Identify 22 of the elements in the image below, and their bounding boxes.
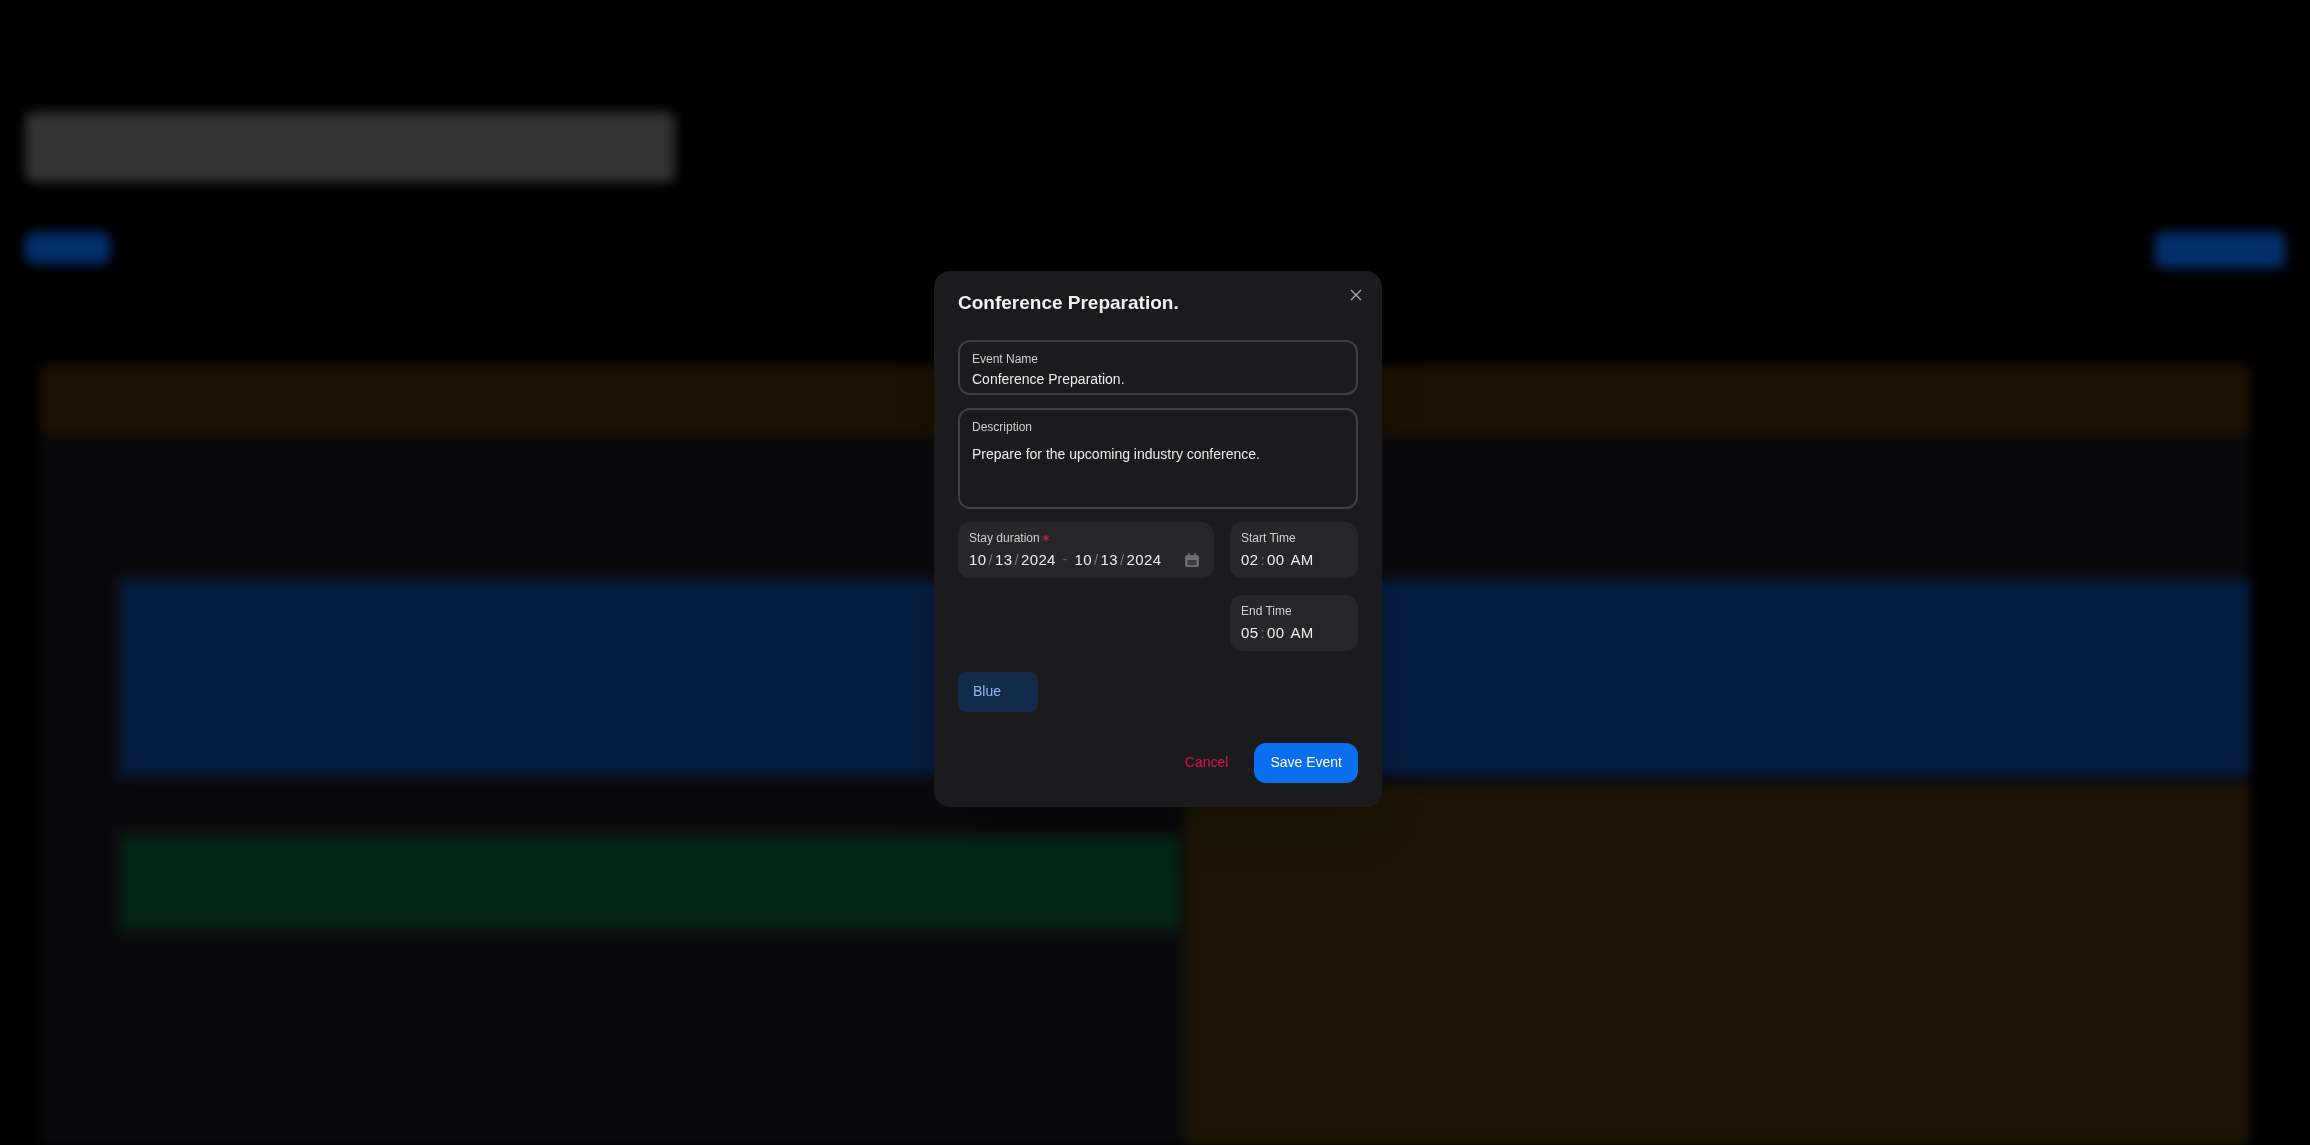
time-value[interactable]: 05:00 AM: [1241, 621, 1347, 644]
field-label: Event Name: [972, 350, 1040, 368]
description-field[interactable]: Description Prepare for the upcoming industry conference.: [958, 407, 1358, 509]
date-value[interactable]: 10/13/2024: [1074, 548, 1162, 571]
time-value[interactable]: 02:00 AM: [1241, 548, 1347, 571]
calendar-icon[interactable]: [1184, 551, 1200, 568]
field-value: Conference Preparation.: [972, 369, 1126, 389]
color-select[interactable]: Blue: [958, 671, 1038, 712]
text-field[interactable]: Event Name Conference Preparation.: [958, 339, 1358, 395]
field-label: Description: [972, 418, 1034, 436]
date-value[interactable]: 10/13/2024: [969, 548, 1056, 571]
range-dash: -: [1062, 550, 1068, 570]
dialog-title: Conference Preparation.: [958, 291, 1179, 315]
field-label: Stay duration: [969, 529, 1040, 547]
field-label: Start Time: [1241, 529, 1297, 547]
date-range-field[interactable]: Stay duration 10/13/2024 - 10/13/2024: [958, 521, 1214, 578]
field-label: End Time: [1241, 602, 1293, 620]
time-field[interactable]: Start Time 02:00 AM: [1230, 521, 1358, 578]
field-value: Prepare for the upcoming industry conference.: [972, 444, 1261, 464]
close-icon[interactable]: [1350, 289, 1362, 301]
save-button[interactable]: Save Event: [1254, 742, 1358, 783]
time-field[interactable]: End Time 05:00 AM: [1230, 594, 1358, 651]
